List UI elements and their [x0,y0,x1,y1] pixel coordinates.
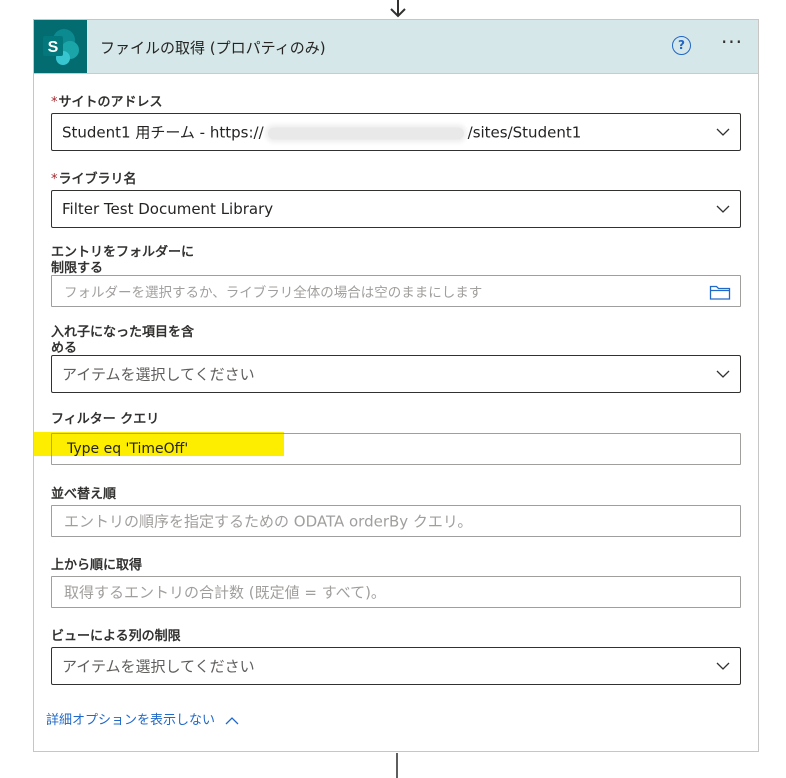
card-header[interactable]: S ファイルの取得 (プロパティのみ) ? ··· [34,20,758,74]
logo-letter: S [48,39,59,56]
site-address-dropdown[interactable]: Student1 用チーム - https:// /sites/Student1 [51,113,741,151]
filter-query-value: Type eq 'TimeOff' [67,441,189,457]
required-mark: * [51,172,58,187]
folder-path-placeholder: フォルダーを選択するか、ライブラリ全体の場合は空のままにします [64,285,483,301]
site-address-label-text: サイトのアドレス [58,95,163,110]
library-name-label: *ライブラリ名 [51,168,137,187]
folder-path-input[interactable]: フォルダーを選択するか、ライブラリ全体の場合は空のままにします [51,275,741,307]
help-icon[interactable]: ? [672,36,691,55]
site-address-value: Student1 用チーム - https:// /sites/Student1 [62,122,581,143]
nested-items-dropdown[interactable]: アイテムを選択してください [51,355,741,393]
nested-items-placeholder: アイテムを選択してください [62,365,255,384]
action-card: S ファイルの取得 (プロパティのみ) ? ··· *サイトのアドレス Stud… [33,19,759,752]
view-limit-placeholder: アイテムを選択してください [62,657,255,676]
order-by-label: 並べ替え順 [51,487,117,502]
view-limit-label: ビューによる列の制限 [51,629,181,644]
more-options-icon[interactable]: ··· [717,32,747,56]
library-name-dropdown[interactable]: Filter Test Document Library [51,190,741,228]
sharepoint-logo-icon: S [34,20,87,73]
site-address-prefix: Student1 用チーム - https:// [62,123,264,142]
chevron-up-icon [225,717,239,725]
nested-items-label: 入れ子になった項目を含める [51,325,195,355]
chevron-down-icon [716,128,730,136]
chevron-down-icon [716,370,730,378]
filter-query-label: フィルター クエリ [51,412,160,427]
site-address-label: *サイトのアドレス [51,91,163,110]
site-address-suffix: /sites/Student1 [467,123,582,142]
order-by-input[interactable]: エントリの順序を指定するための ODATA orderBy クエリ。 [51,505,741,537]
hide-advanced-options-text: 詳細オプションを表示しない [46,713,216,728]
order-by-placeholder: エントリの順序を指定するための ODATA orderBy クエリ。 [64,512,473,531]
filter-query-input[interactable]: Type eq 'TimeOff' [51,433,741,465]
folder-restriction-label: エントリをフォルダーに制限する [51,245,195,275]
library-name-value: Filter Test Document Library [62,200,274,218]
redacted-domain [267,127,464,139]
connector-line [396,753,398,778]
required-mark: * [51,95,58,110]
folder-icon[interactable] [709,283,731,301]
library-name-label-text: ライブラリ名 [58,172,137,187]
top-count-placeholder: 取得するエントリの合計数 (既定値 = すべて)。 [64,583,386,602]
chevron-down-icon [716,662,730,670]
view-limit-dropdown[interactable]: アイテムを選択してください [51,647,741,685]
chevron-down-icon [716,205,730,213]
top-count-input[interactable]: 取得するエントリの合計数 (既定値 = すべて)。 [51,576,741,608]
card-title: ファイルの取得 (プロパティのみ) [100,39,326,57]
connector-arrow-down-icon [390,0,406,18]
top-count-label: 上から順に取得 [51,558,143,573]
hide-advanced-options-link[interactable]: 詳細オプションを表示しない [46,709,239,728]
